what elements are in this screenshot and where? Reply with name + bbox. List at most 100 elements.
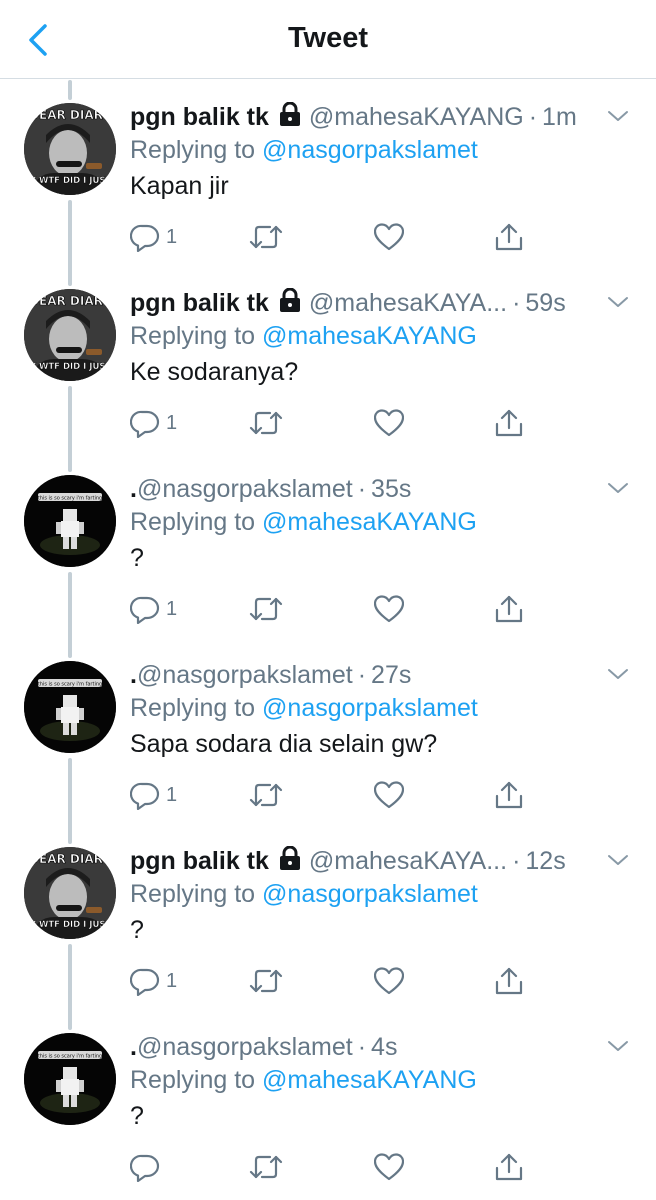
heart-icon — [374, 1153, 404, 1181]
tweet-actions: 1 — [130, 220, 530, 254]
share-button[interactable] — [494, 1150, 524, 1184]
like-button[interactable] — [374, 220, 404, 254]
handle[interactable]: @mahesaKAYA... — [309, 847, 507, 876]
share-button[interactable] — [494, 592, 524, 626]
retweet-button[interactable] — [248, 778, 284, 812]
replying-to-label: Replying to — [130, 508, 256, 536]
chevron-down-icon[interactable] — [606, 664, 630, 684]
separator-dot: · — [512, 288, 521, 317]
like-button[interactable] — [374, 406, 404, 440]
top-bar: Tweet — [0, 0, 656, 79]
replying-to-mention[interactable]: @mahesaKAYANG — [262, 508, 477, 536]
tweet[interactable]: this is so scary i'm farting . @nasgorpa… — [0, 1010, 656, 1196]
tweet[interactable]: DEAR DIARY TODAY WTF DID I JUST SAW pgn b… — [0, 824, 656, 1010]
tweet[interactable]: this is so scary i'm farting . @nasgorpa… — [0, 452, 656, 638]
tweet-text: Sapa sodara dia selain gw? — [130, 730, 438, 758]
meme-bottom-text: TODAY WTF DID I JUST SAW — [24, 176, 116, 186]
tweet-actions: 1 — [130, 592, 530, 626]
replying-to-label: Replying to — [130, 136, 256, 164]
timestamp[interactable]: 12s — [525, 847, 565, 876]
timestamp[interactable]: 1m — [542, 103, 577, 132]
retweet-button[interactable] — [248, 1150, 284, 1184]
tweet-text: ? — [130, 1102, 144, 1130]
separator-dot: · — [357, 1032, 367, 1061]
avatar[interactable]: this is so scary i'm farting — [24, 475, 116, 567]
handle[interactable]: @mahesaKAYANG — [309, 103, 524, 132]
replying-to-mention[interactable]: @mahesaKAYANG — [262, 322, 477, 350]
display-name[interactable]: pgn balik tk — [130, 289, 269, 318]
replying-to-mention[interactable]: @nasgorpakslamet — [262, 694, 478, 722]
replying-to-mention[interactable]: @nasgorpakslamet — [262, 880, 478, 908]
retweet-button[interactable] — [248, 220, 284, 254]
chevron-down-icon[interactable] — [606, 1036, 630, 1056]
avatar[interactable]: DEAR DIARY TODAY WTF DID I JUST SAW — [24, 289, 116, 381]
retweet-button[interactable] — [248, 592, 284, 626]
tweet[interactable]: DEAR DIARY TODAY WTF DID I JUST SAW pgn b… — [0, 80, 656, 266]
replying-to-mention[interactable]: @nasgorpakslamet — [262, 136, 478, 164]
separator-dot: · — [528, 102, 538, 131]
handle[interactable]: @nasgorpakslamet — [137, 1033, 353, 1062]
tweet-header: . @nasgorpakslamet · 35s — [130, 472, 596, 506]
avatar[interactable]: this is so scary i'm farting — [24, 661, 116, 753]
reply-button[interactable]: 1 — [130, 964, 177, 998]
tweet[interactable]: DEAR DIARY TODAY WTF DID I JUST SAW pgn b… — [0, 266, 656, 452]
share-button[interactable] — [494, 220, 524, 254]
tweet-text: Ke sodaranya? — [130, 358, 299, 386]
share-icon — [495, 223, 523, 251]
chevron-down-icon[interactable] — [606, 106, 630, 126]
retweet-button[interactable] — [248, 406, 284, 440]
reply-button[interactable]: 1 — [130, 220, 177, 254]
chevron-down-icon[interactable] — [606, 850, 630, 870]
separator-dot: · — [512, 846, 521, 875]
reply-button[interactable]: 1 — [130, 592, 177, 626]
display-name[interactable]: pgn balik tk — [130, 103, 269, 132]
reply-count: 1 — [166, 783, 178, 806]
retweet-button[interactable] — [248, 964, 284, 998]
reply-button[interactable]: 1 — [130, 406, 177, 440]
share-button[interactable] — [494, 778, 524, 812]
page-title: Tweet — [287, 22, 369, 54]
heart-icon — [374, 409, 404, 437]
reply-button[interactable]: 1 — [130, 778, 177, 812]
timestamp[interactable]: 35s — [371, 475, 411, 504]
like-button[interactable] — [374, 778, 404, 812]
share-button[interactable] — [494, 964, 524, 998]
meme-bottom-text: TODAY WTF DID I JUST SAW — [24, 362, 116, 372]
reply-icon — [130, 782, 160, 810]
replying-to: Replying to @nasgorpakslamet — [130, 694, 478, 723]
chevron-down-icon[interactable] — [606, 478, 630, 498]
avatar[interactable]: DEAR DIARY TODAY WTF DID I JUST SAW — [24, 847, 116, 939]
tweet-actions: 1 — [130, 964, 530, 998]
replying-to: Replying to @nasgorpakslamet — [130, 880, 478, 909]
share-button[interactable] — [494, 406, 524, 440]
timestamp[interactable]: 59s — [525, 289, 565, 318]
avatar[interactable]: this is so scary i'm farting — [24, 1033, 116, 1125]
reply-count: 1 — [166, 411, 178, 434]
display-name[interactable]: pgn balik tk — [130, 847, 269, 876]
handle[interactable]: @nasgorpakslamet — [137, 661, 353, 690]
chevron-down-icon[interactable] — [606, 292, 630, 312]
tweet[interactable]: this is so scary i'm farting . @nasgorpa… — [0, 638, 656, 824]
avatar[interactable]: DEAR DIARY TODAY WTF DID I JUST SAW — [24, 103, 116, 195]
replying-to-mention[interactable]: @mahesaKAYANG — [262, 1066, 477, 1094]
display-name[interactable]: . — [130, 475, 137, 504]
heart-icon — [374, 595, 404, 623]
timestamp[interactable]: 4s — [371, 1033, 397, 1062]
handle[interactable]: @mahesaKAYA... — [309, 289, 507, 318]
handle[interactable]: @nasgorpakslamet — [137, 475, 353, 504]
display-name[interactable]: . — [130, 1033, 137, 1062]
share-icon — [495, 1153, 523, 1181]
tweet-text: ? — [130, 916, 144, 944]
like-button[interactable] — [374, 592, 404, 626]
like-button[interactable] — [374, 1150, 404, 1184]
reply-button[interactable] — [130, 1150, 166, 1184]
replying-to-label: Replying to — [130, 880, 256, 908]
retweet-icon — [249, 597, 283, 621]
heart-icon — [374, 967, 404, 995]
display-name[interactable]: . — [130, 661, 137, 690]
like-button[interactable] — [374, 964, 404, 998]
reply-icon — [130, 224, 160, 252]
reply-icon — [130, 968, 160, 996]
tweet-header: pgn balik tk @mahesaKAYA... · 12s — [130, 844, 596, 878]
timestamp[interactable]: 27s — [371, 661, 411, 690]
